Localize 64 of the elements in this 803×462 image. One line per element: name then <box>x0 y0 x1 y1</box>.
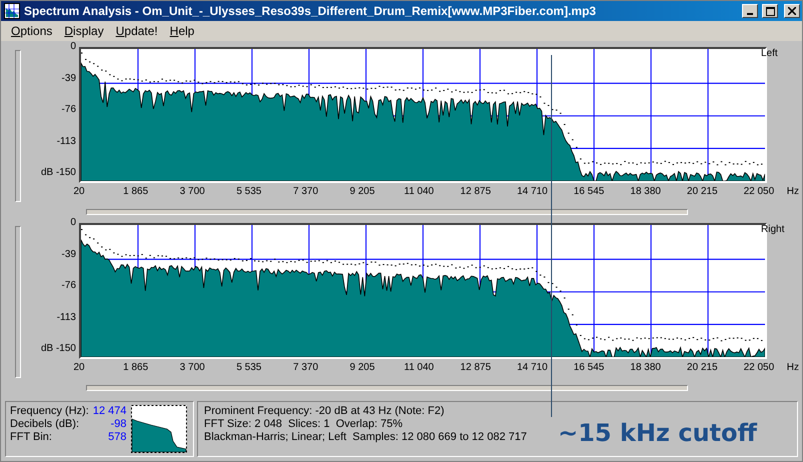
info-text: Prominent Frequency: -20 dB at 43 Hz (Note: F2) <box>204 405 444 418</box>
close-icon <box>788 7 796 15</box>
x-axis-label: 9 205 <box>348 186 376 197</box>
x-axis-label: 12 875 <box>459 362 492 373</box>
axis-unit: Hz <box>786 362 799 373</box>
x-axis-label: 14 710 <box>516 186 549 197</box>
channel-label: Right <box>760 224 784 235</box>
x-axis-label: 16 545 <box>572 362 606 373</box>
x-axis-label: 20 <box>72 186 86 197</box>
x-axis-label: 22 050 <box>742 186 776 197</box>
y-axis-label: dB -150 <box>40 168 76 178</box>
readout-label: Decibels (dB): <box>10 418 80 431</box>
minimize-button[interactable] <box>742 4 758 18</box>
x-axis-label: 20 215 <box>686 186 719 197</box>
scrollbar[interactable] <box>86 385 688 391</box>
x-axis-label: 5 535 <box>235 186 262 197</box>
x-axis-label: 1 865 <box>122 362 150 373</box>
x-axis-label: 22 050 <box>742 362 776 373</box>
maximize-icon <box>766 6 774 16</box>
window-title: Spectrum Analysis - Om_Unit_-_Ulysses_Reso39s_Different_Drum_Remix[www.MP3Fiber.com].mp3 <box>24 4 597 18</box>
readout-value: 578 <box>107 431 127 444</box>
readout-label: Frequency (Hz): <box>10 405 89 418</box>
y-axis-label: -76 <box>62 105 76 115</box>
y-axis-label: -113 <box>56 136 76 146</box>
x-axis-label: 16 545 <box>572 186 606 197</box>
x-axis-label: 18 380 <box>629 186 662 197</box>
y-axis-label: -113 <box>56 312 76 322</box>
readout-value: 12 474 <box>92 405 127 418</box>
menu-item[interactable]: Options <box>5 24 58 38</box>
spectrum-thumbnail <box>130 405 187 453</box>
info-text: FFT Size: 2 048 Slices: 1 Overlap: 75% <box>204 418 402 431</box>
y-axis-label: dB -150 <box>40 344 76 354</box>
menu-item[interactable]: Update! <box>110 24 164 38</box>
x-axis-label: 7 370 <box>292 362 320 373</box>
x-axis-label: 5 535 <box>235 362 262 373</box>
x-axis-label: 3 700 <box>178 362 206 373</box>
annotation-text: ~15 kHz cutoff <box>558 419 757 447</box>
x-axis-label: 11 040 <box>403 362 435 373</box>
y-axis-label: -39 <box>62 250 76 260</box>
y-axis-label: 0 <box>70 42 76 52</box>
x-axis-label: 20 <box>72 362 86 373</box>
menu-item[interactable]: Help <box>164 24 200 38</box>
readout-value: -98 <box>110 418 127 431</box>
x-axis-label: 12 875 <box>459 186 492 197</box>
menu-item[interactable]: Display <box>58 24 110 38</box>
x-axis-label: 7 370 <box>292 186 320 197</box>
x-axis-label: 18 380 <box>629 362 662 373</box>
x-axis-label: 14 710 <box>516 362 549 373</box>
channel-label: Left <box>760 48 778 59</box>
info-text: Blackman-Harris; Linear; Left Samples: 12 080 669 to 12 082 717 <box>204 431 527 444</box>
readout-label: FFT Bin: <box>10 431 53 444</box>
y-axis-label: -39 <box>62 74 76 84</box>
close-button[interactable] <box>784 4 800 18</box>
x-axis-label: 3 700 <box>178 186 206 197</box>
x-axis-label: 9 205 <box>348 362 376 373</box>
maximize-button[interactable] <box>762 4 778 18</box>
x-axis-label: 1 865 <box>122 186 150 197</box>
y-axis-label: 0 <box>70 218 76 228</box>
x-axis-label: 20 215 <box>686 362 719 373</box>
spectrum-icon <box>4 3 20 19</box>
axis-unit: Hz <box>786 186 799 197</box>
scrollbar[interactable] <box>86 209 688 215</box>
x-axis-label: 11 040 <box>403 186 435 197</box>
y-axis-label: -76 <box>62 281 76 291</box>
